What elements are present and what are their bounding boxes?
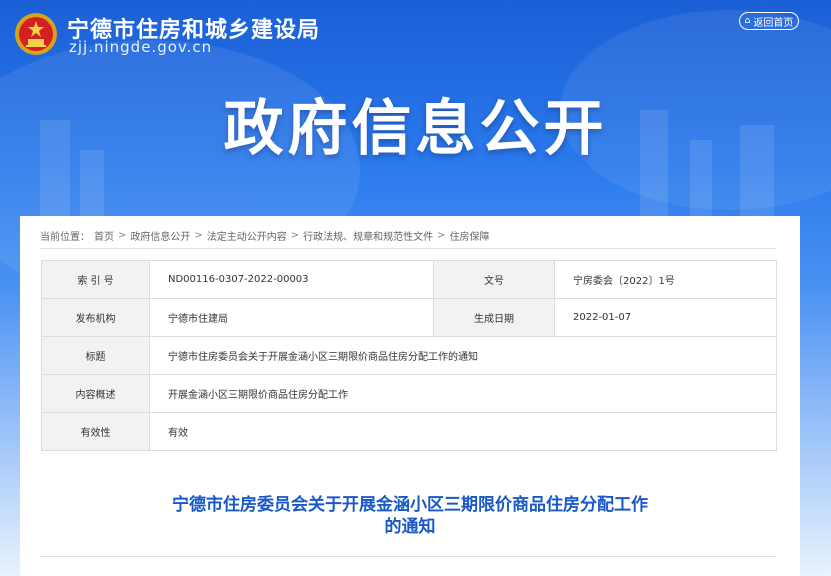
- summary-label: 内容概述: [41, 374, 150, 413]
- index-value: ND00116-0307-2022-00003: [149, 260, 434, 299]
- site-domain: zjj.ningde.gov.cn: [69, 38, 213, 56]
- breadcrumb-separator: >: [194, 230, 203, 241]
- breadcrumb-separator: >: [437, 230, 446, 241]
- breadcrumb-item-home[interactable]: 首页: [94, 228, 114, 243]
- table-row: 索 引 号 ND00116-0307-2022-00003 文号 宁房委会〔20…: [41, 260, 777, 299]
- article-title: 宁德市住房委员会关于开展金涵小区三期限价商品住房分配工作 的通知: [20, 494, 800, 538]
- publisher-label: 发布机构: [41, 298, 150, 337]
- banner-title: 政府信息公开: [223, 94, 608, 164]
- home-icon: ⌂: [744, 16, 751, 26]
- home-button-label: 返回首页: [753, 17, 794, 29]
- info-table: 索 引 号 ND00116-0307-2022-00003 文号 宁房委会〔20…: [41, 260, 777, 451]
- title-label: 标题: [41, 336, 150, 375]
- table-row: 有效性 有效: [41, 412, 777, 451]
- breadcrumb-prefix: 当前位置：: [40, 232, 90, 243]
- divider: [40, 556, 776, 557]
- index-label: 索 引 号: [41, 260, 150, 299]
- article-title-line2: 的通知: [384, 517, 436, 537]
- content-panel: 当前位置： 首页 > 政府信息公开 > 法定主动公开内容 > 行政法规、规章和规…: [20, 216, 800, 576]
- doc-no-label: 文号: [433, 260, 555, 299]
- date-value: 2022-01-07: [554, 298, 777, 337]
- home-button[interactable]: ⌂ 返回首页: [739, 12, 799, 30]
- national-emblem-icon: [15, 13, 57, 55]
- breadcrumb-item-statutory[interactable]: 法定主动公开内容: [207, 228, 287, 243]
- title-value: 宁德市住房委员会关于开展金涵小区三期限价商品住房分配工作的通知: [149, 336, 777, 375]
- doc-no-value: 宁房委会〔2022〕1号: [554, 260, 777, 299]
- breadcrumb-separator: >: [290, 230, 300, 241]
- breadcrumb-item-gov-info[interactable]: 政府信息公开: [130, 228, 190, 243]
- validity-label: 有效性: [41, 412, 150, 451]
- breadcrumb-item-regulations[interactable]: 行政法规、规章和规范性文件: [303, 228, 433, 243]
- table-row: 内容概述 开展金涵小区三期限价商品住房分配工作: [41, 374, 777, 413]
- table-row: 发布机构 宁德市住建局 生成日期 2022-01-07: [41, 298, 777, 337]
- publisher-value: 宁德市住建局: [149, 298, 434, 337]
- table-row: 标题 宁德市住房委员会关于开展金涵小区三期限价商品住房分配工作的通知: [41, 336, 777, 375]
- breadcrumb-item-housing[interactable]: 住房保障: [450, 228, 490, 243]
- summary-value: 开展金涵小区三期限价商品住房分配工作: [149, 374, 777, 413]
- breadcrumb-separator: >: [118, 230, 127, 241]
- article-title-line1: 宁德市住房委员会关于开展金涵小区三期限价商品住房分配工作: [172, 495, 648, 515]
- date-label: 生成日期: [433, 298, 555, 337]
- validity-value: 有效: [149, 412, 777, 451]
- divider: [40, 248, 776, 249]
- breadcrumb: 当前位置： 首页 > 政府信息公开 > 法定主动公开内容 > 行政法规、规章和规…: [40, 228, 490, 243]
